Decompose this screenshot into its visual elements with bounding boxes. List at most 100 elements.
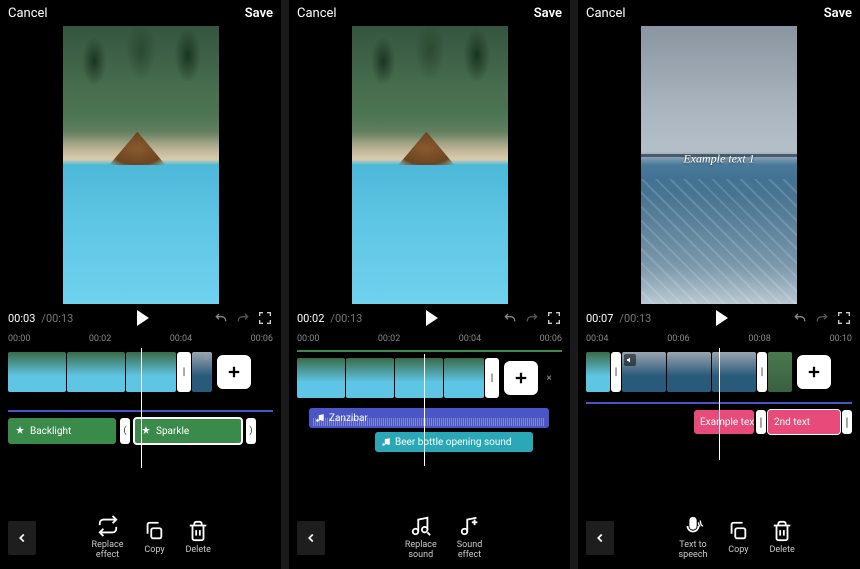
effect-handle-left[interactable]: (: [120, 418, 130, 444]
video-clip[interactable]: [444, 358, 484, 398]
preview-area: [289, 26, 570, 304]
clip-handle[interactable]: |: [177, 352, 191, 392]
sound-track-1[interactable]: Zanzibar: [289, 408, 570, 428]
top-bar: Cancel Save: [0, 0, 281, 26]
delete-button[interactable]: Delete: [185, 520, 210, 556]
play-button[interactable]: [137, 310, 149, 326]
playhead[interactable]: [141, 348, 142, 468]
save-button[interactable]: Save: [534, 6, 562, 21]
replace-sound-button[interactable]: Replace sound: [405, 515, 437, 561]
add-clip-button[interactable]: [504, 361, 538, 395]
video-clip[interactable]: [126, 352, 176, 392]
video-clip[interactable]: [8, 352, 66, 392]
video-clip[interactable]: [667, 352, 711, 392]
tick: 00:10: [830, 334, 852, 344]
total-time: /00:13: [619, 312, 651, 325]
cancel-button[interactable]: Cancel: [586, 6, 626, 21]
video-clip[interactable]: [586, 352, 610, 392]
effect-label: Backlight: [30, 426, 71, 437]
clip-row[interactable]: | ×: [297, 358, 562, 398]
current-time: 00:02: [297, 312, 324, 325]
text-overlay[interactable]: Example text 1: [683, 152, 754, 167]
tick: 00:04: [459, 334, 481, 344]
video-clip[interactable]: [622, 352, 666, 392]
play-button[interactable]: [716, 310, 728, 326]
save-button[interactable]: Save: [245, 6, 273, 21]
timeline-ticks: 00:00 00:02 00:04 00:06: [0, 332, 281, 348]
clip-handle[interactable]: |: [611, 352, 621, 392]
play-button[interactable]: [426, 310, 438, 326]
redo-icon[interactable]: [814, 310, 830, 326]
add-clip-button[interactable]: [217, 355, 251, 389]
playback-controls: 00:02/00:13: [289, 304, 570, 332]
save-button[interactable]: Save: [824, 6, 852, 21]
editor-screen-text: Cancel Save Example text 1 00:07/00:13 0…: [578, 0, 860, 569]
cancel-button[interactable]: Cancel: [297, 6, 337, 21]
video-clip[interactable]: [768, 352, 792, 392]
undo-icon[interactable]: [213, 310, 229, 326]
clip-handle[interactable]: |: [485, 358, 499, 398]
close-icon[interactable]: ×: [200, 352, 212, 364]
fullscreen-icon[interactable]: [546, 310, 562, 326]
video-clip[interactable]: ×: [192, 352, 212, 392]
text-clip-label: 2nd text: [774, 417, 810, 428]
text-to-speech-button[interactable]: Text to speech: [679, 515, 708, 561]
replace-effect-button[interactable]: Replace effect: [92, 515, 124, 561]
video-preview[interactable]: [63, 26, 219, 304]
cancel-button[interactable]: Cancel: [8, 6, 48, 21]
tick: 00:06: [667, 334, 689, 344]
copy-button[interactable]: Copy: [143, 520, 165, 556]
video-clip[interactable]: [346, 358, 394, 398]
redo-icon[interactable]: [235, 310, 251, 326]
timeline[interactable]: | ×: [0, 348, 281, 408]
delete-button[interactable]: Delete: [769, 520, 794, 556]
playhead[interactable]: [719, 348, 720, 460]
effect-clip-sparkle[interactable]: Sparkle: [134, 418, 242, 444]
video-preview[interactable]: Example text 1: [641, 26, 797, 304]
top-bar: Cancel Save: [289, 0, 570, 26]
playback-controls: 00:03/00:13: [0, 304, 281, 332]
back-button[interactable]: [297, 521, 325, 555]
bottom-toolbar: Replace effect Copy Delete: [0, 507, 281, 569]
back-button[interactable]: [586, 521, 614, 555]
text-clip-1[interactable]: Example tex: [694, 410, 754, 434]
playhead[interactable]: [424, 354, 425, 466]
text-clip-2[interactable]: 2nd text: [768, 410, 840, 434]
sound-track-2[interactable]: Beer bottle opening sound: [289, 432, 570, 452]
effect-handle-right[interactable]: ): [246, 418, 256, 444]
video-preview[interactable]: [352, 26, 508, 304]
text-handle-left[interactable]: |: [756, 410, 766, 434]
video-clip[interactable]: [297, 358, 345, 398]
tool-label: Sound effect: [457, 541, 482, 561]
back-button[interactable]: [8, 521, 36, 555]
timeline[interactable]: | ×: [289, 354, 570, 406]
sound-effect-button[interactable]: Sound effect: [457, 515, 482, 561]
tool-label: Replace sound: [405, 541, 437, 561]
playback-controls: 00:07/00:13: [578, 304, 860, 332]
editor-screen-effects: Cancel Save 00:03/00:13 00:00 00:02 00:0…: [0, 0, 281, 569]
sound-clip-effect[interactable]: Beer bottle opening sound: [375, 432, 533, 452]
tool-label: Replace effect: [92, 541, 124, 561]
close-icon[interactable]: ×: [543, 372, 555, 384]
text-handle-right[interactable]: |: [842, 410, 852, 434]
sound-clip-music[interactable]: Zanzibar: [309, 408, 549, 428]
tool-label: Copy: [728, 546, 748, 556]
mute-icon[interactable]: [624, 354, 636, 366]
clip-handle[interactable]: |: [757, 352, 767, 392]
add-clip-button[interactable]: [797, 355, 831, 389]
tick: 00:04: [170, 334, 192, 344]
copy-button[interactable]: Copy: [727, 520, 749, 556]
tool-label: Delete: [769, 546, 794, 556]
redo-icon[interactable]: [524, 310, 540, 326]
bottom-toolbar: Replace sound Sound effect: [289, 507, 570, 569]
video-clip[interactable]: [67, 352, 125, 392]
effect-clip-backlight[interactable]: Backlight: [8, 418, 116, 444]
fullscreen-icon[interactable]: [836, 310, 852, 326]
undo-icon[interactable]: [792, 310, 808, 326]
timeline[interactable]: | |: [578, 348, 860, 400]
undo-icon[interactable]: [502, 310, 518, 326]
text-track[interactable]: Example tex | 2nd text |: [686, 410, 860, 434]
tick: 00:02: [89, 334, 111, 344]
fullscreen-icon[interactable]: [257, 310, 273, 326]
video-clip[interactable]: [395, 358, 443, 398]
